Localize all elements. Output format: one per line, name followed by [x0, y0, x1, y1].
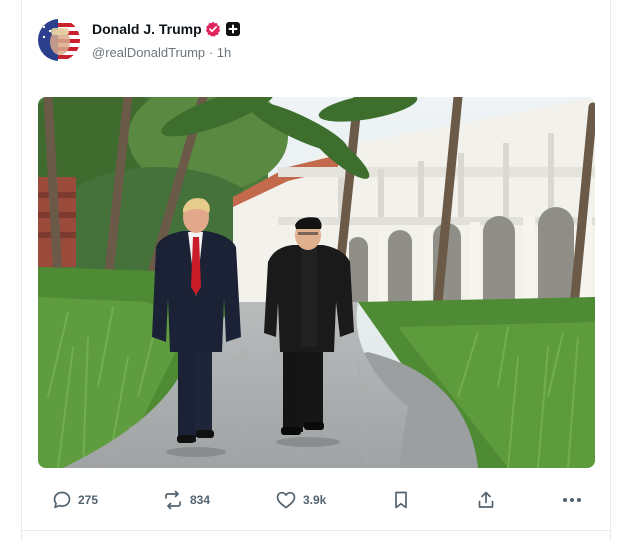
more-icon	[563, 498, 581, 502]
reply-count: 275	[78, 493, 99, 507]
post-divider	[21, 530, 611, 531]
post-time[interactable]: 1h	[217, 45, 231, 60]
share-icon	[478, 491, 494, 508]
repost-count: 834	[190, 493, 211, 507]
bookmark-icon	[395, 491, 407, 509]
bookmark-button[interactable]	[391, 489, 411, 511]
author-handle[interactable]: @realDonaldTrump	[92, 45, 205, 60]
repost-button[interactable]: 834	[162, 489, 210, 511]
more-options-button[interactable]	[561, 489, 583, 511]
plus-badge-icon	[226, 22, 240, 36]
like-icon	[276, 491, 296, 509]
like-button[interactable]: 3.9k	[275, 489, 326, 511]
like-count: 3.9k	[303, 493, 327, 507]
reply-icon	[53, 491, 71, 509]
repost-icon	[165, 490, 181, 510]
author-name[interactable]: Donald J. Trump	[92, 21, 202, 37]
photo-media-icon	[38, 97, 595, 468]
post-photo[interactable]	[38, 97, 595, 468]
avatar[interactable]	[38, 19, 80, 61]
author-meta: @realDonaldTrump · 1h	[92, 45, 231, 60]
share-button[interactable]	[476, 489, 496, 511]
verified-badge-icon	[205, 21, 221, 37]
reply-button[interactable]: 275	[52, 489, 98, 511]
meta-separator: ·	[208, 45, 214, 60]
flag-face-avatar-icon	[38, 19, 80, 61]
